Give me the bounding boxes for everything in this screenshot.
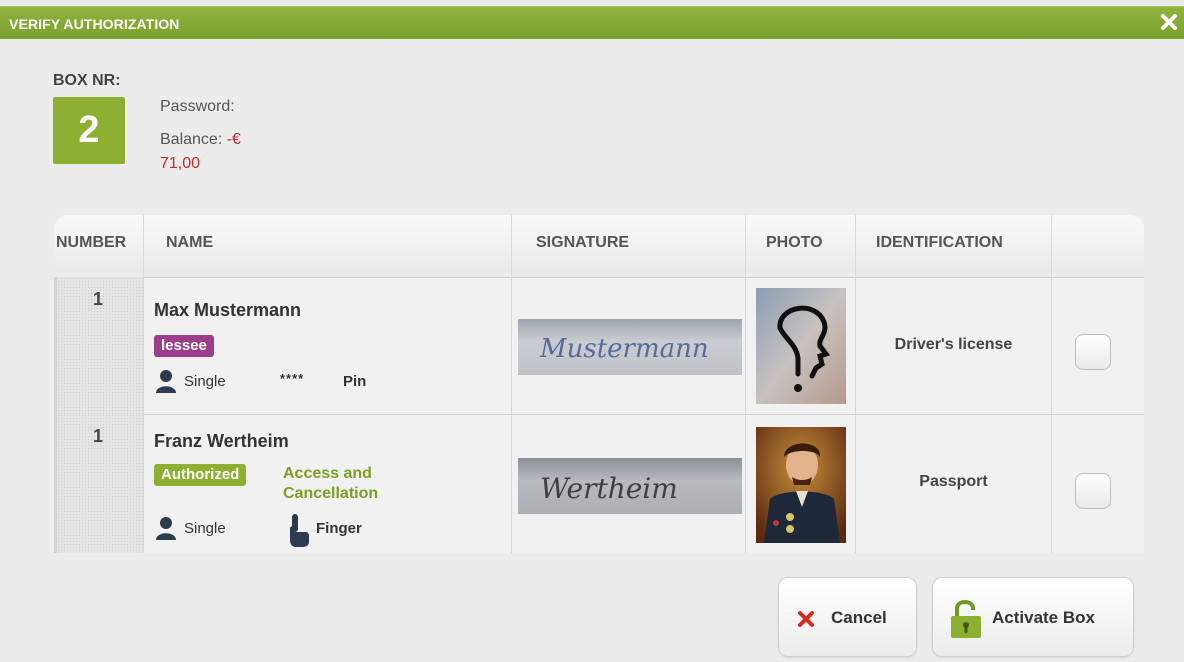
person-icon <box>156 370 176 393</box>
auth-method: Pin <box>343 373 367 390</box>
type-label: Single <box>184 373 226 390</box>
person-name: Max Mustermann <box>154 300 302 320</box>
row-photo-cell <box>746 414 856 553</box>
rights-line-1: Access and <box>283 465 372 482</box>
row-select-cell <box>1052 277 1144 414</box>
row-identification-cell: Passport <box>856 414 1052 553</box>
table-row: 1 Franz Wertheim Authorized Access and C… <box>54 414 1144 553</box>
row-number: 1 <box>93 289 104 309</box>
rights-line-2: Cancellation <box>283 485 379 502</box>
signature-text: Wertheim <box>540 472 678 505</box>
header-select <box>1052 215 1144 277</box>
row-signature-cell: Mustermann <box>512 277 746 414</box>
cancel-x-icon <box>798 611 814 627</box>
header-photo: PHOTO <box>746 215 856 277</box>
row-name-cell: Franz Wertheim Authorized Access and Can… <box>144 414 512 553</box>
row-number-cell: 1 <box>54 277 144 414</box>
table-row: 1 Max Mustermann lessee Single **** Pin … <box>54 277 1144 415</box>
activate-box-button[interactable]: Activate Box <box>932 577 1134 657</box>
question-mark-head-photo <box>756 288 846 404</box>
balance-label: Balance: <box>160 131 223 148</box>
box-number-badge: 2 <box>53 97 125 164</box>
rights-text: Access and Cancellation <box>283 464 378 504</box>
box-number-label: BOX NR: <box>53 72 121 89</box>
portrait-photo <box>756 427 846 543</box>
authorization-table: NUMBER NAME SIGNATURE PHOTO IDENTIFICATI… <box>54 215 1144 553</box>
signature-text: Mustermann <box>539 334 709 364</box>
row-number-cell: 1 <box>54 414 144 553</box>
role-badge: Authorized <box>154 464 247 486</box>
dialog-title: VERIFY AUTHORIZATION <box>9 16 180 32</box>
close-icon[interactable] <box>1160 13 1178 31</box>
balance-amount: 71,00 <box>160 155 201 172</box>
table-header: NUMBER NAME SIGNATURE PHOTO IDENTIFICATI… <box>54 215 1144 278</box>
person-name: Franz Wertheim <box>154 431 289 451</box>
row-checkbox[interactable] <box>1075 334 1111 370</box>
identification-type: Driver's license <box>894 336 1013 353</box>
person-icon <box>156 517 176 540</box>
pin-stars-icon: **** <box>280 371 305 386</box>
dialog-titlebar: VERIFY AUTHORIZATION <box>0 6 1184 39</box>
activate-box-label: Activate Box <box>992 608 1095 627</box>
type-label: Single <box>184 520 226 537</box>
header-signature: SIGNATURE <box>512 215 746 277</box>
balance-line: Balance: -€ <box>160 131 241 149</box>
password-label: Password: <box>160 98 235 115</box>
authorization-type: Single <box>184 520 226 537</box>
row-signature-cell: Wertheim <box>512 414 746 553</box>
cancel-label: Cancel <box>831 608 887 627</box>
header-identification: IDENTIFICATION <box>856 215 1052 277</box>
row-number: 1 <box>93 426 104 446</box>
signature-image: Wertheim <box>518 458 742 514</box>
row-identification-cell: Driver's license <box>856 277 1052 414</box>
row-name-cell: Max Mustermann lessee Single **** Pin <box>144 277 512 414</box>
row-photo-cell <box>746 277 856 414</box>
header-name: NAME <box>144 215 512 277</box>
unlock-icon <box>951 600 981 638</box>
row-checkbox[interactable] <box>1075 473 1111 509</box>
finger-icon <box>290 514 309 547</box>
cancel-button[interactable]: Cancel <box>778 577 917 657</box>
role-badge: lessee <box>154 335 214 357</box>
balance-sign: -€ <box>226 131 241 148</box>
row-select-cell <box>1052 414 1144 553</box>
header-number: NUMBER <box>54 215 144 277</box>
signature-image: Mustermann <box>518 319 742 375</box>
auth-method: Finger <box>316 520 362 537</box>
identification-type: Passport <box>919 473 988 490</box>
authorization-type: Single <box>184 373 226 390</box>
